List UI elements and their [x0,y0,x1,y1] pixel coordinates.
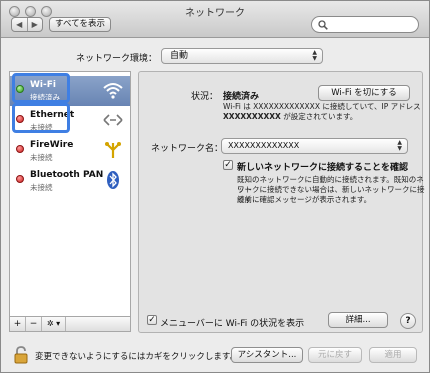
service-status: 未接続 [30,123,53,132]
wifi-off-button[interactable]: Wi-Fi を切にする [318,85,410,101]
chevron-updown-icon: ▲ ▼ [312,49,317,62]
service-item-wifi[interactable]: Wi-Fi 接続済み [10,76,130,106]
service-item-firewire[interactable]: FireWire 未接続 [10,136,130,166]
ip-address: XXXXXXXXXX [223,112,281,121]
ask-to-join-checkbox[interactable]: ✓ [223,160,233,170]
status-value: 接続済み [223,92,260,102]
service-status: 未接続 [30,153,53,162]
show-wifi-status-checkbox[interactable]: ✓ [147,315,157,325]
network-preferences-window: ネットワーク ◀ ▶ すべてを表示 ネットワーク環境： 自動 ▲ ▼ Wi-Fi … [0,0,430,373]
add-service-button[interactable]: + [10,317,26,331]
service-item-bluetooth-pan[interactable]: Bluetooth PAN 未接続 [10,166,130,196]
location-value: 自動 [170,51,189,61]
service-name: Ethernet [30,110,75,120]
back-forward-control: ◀ ▶ [11,17,43,32]
apply-button[interactable]: 適用 [369,347,417,363]
search-input[interactable] [311,16,419,33]
service-status: 未接続 [30,183,53,192]
service-item-ethernet[interactable]: Ethernet 未接続 [10,106,130,136]
ask-to-join-description-line3: る前に確認メッセージが表示されます。 [237,195,372,204]
status-description-line1: Wi-Fi は XXXXXXXXXXXXX に接続していて、IP アドレス [223,102,421,111]
service-status: 接続済み [30,93,60,102]
service-list: Wi-Fi 接続済み Ethernet 未接続 FireWire 未接続 Blu… [9,71,131,317]
status-dot-icon [16,115,24,123]
location-label: ネットワーク環境： [76,54,158,64]
bluetooth-icon [107,171,119,189]
service-name: Bluetooth PAN [30,170,104,180]
show-all-button[interactable]: すべてを表示 [49,17,111,32]
back-button[interactable]: ◀ [12,18,27,31]
network-name-select[interactable]: XXXXXXXXXXXXX ▲ ▼ [221,138,408,154]
status-dot-icon [16,85,24,93]
lock-message: 変更できないようにするにはカギをクリックします。 [35,352,239,362]
network-name-value: XXXXXXXXXXXXX [228,141,300,150]
gear-menu-button[interactable]: ✲ ▾ [42,317,66,331]
status-label: 状況： [191,92,219,102]
service-name: FireWire [30,140,74,150]
revert-button[interactable]: 元に戻す [308,347,362,363]
chevron-updown-icon: ▲ ▼ [397,139,402,152]
assistant-button[interactable]: アシスタント... [231,347,303,363]
forward-button[interactable]: ▶ [26,18,43,31]
firewire-icon [105,142,121,158]
status-description-suffix: が設定されています。 [280,112,358,121]
status-dot-icon [16,145,24,153]
show-wifi-status-label: メニューバーに Wi-Fi の状況を表示 [160,319,305,329]
network-name-label: ネットワーク名： [151,144,224,154]
search-icon [318,20,328,30]
remove-service-button[interactable]: − [26,317,42,331]
advanced-button[interactable]: 詳細... [328,312,388,328]
ask-to-join-label: 新しいネットワークに接続することを確認 [237,163,409,173]
help-button[interactable]: ? [400,313,416,329]
lock-icon[interactable] [13,346,29,364]
status-description-line2: XXXXXXXXXX が設定されています。 [223,112,357,122]
wifi-icon [103,83,123,99]
status-dot-icon [16,175,24,183]
location-select[interactable]: 自動 ▲ ▼ [161,48,323,64]
title-bar: ネットワーク ◀ ▶ すべてを表示 [1,1,429,38]
service-list-toolbar: + − ✲ ▾ [9,317,131,332]
ethernet-icon [103,114,123,126]
service-name: Wi-Fi [30,80,56,90]
